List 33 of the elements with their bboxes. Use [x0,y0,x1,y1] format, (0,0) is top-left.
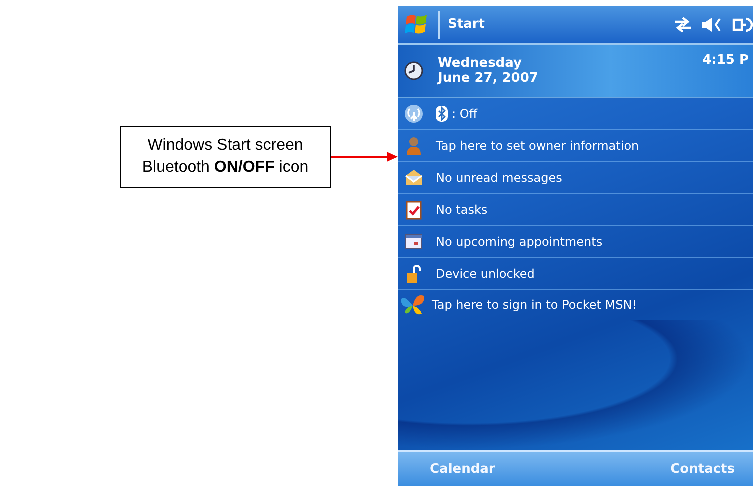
item-text: : Off [452,106,478,120]
today-item[interactable]: No unread messages [398,162,753,194]
envelope-icon [404,168,424,188]
padlock-icon [404,264,424,284]
date-text: June 27, 2007 [438,71,540,86]
pointer-arrow [331,151,398,163]
date-item[interactable]: Wednesday June 27, 2007 4:15 P [398,45,753,98]
item-text: Tap here to set owner information [436,138,640,152]
start-title[interactable]: Start [448,17,665,32]
calendar-icon [404,232,424,252]
power-plug-icon[interactable] [731,16,753,34]
time-text: 4:15 P [702,53,749,68]
item-text: Tap here to sign in to Pocket MSN! [432,298,638,312]
today-item[interactable]: Tap here to sign in to Pocket MSN! [398,290,753,320]
item-text: Device unlocked [436,266,535,280]
person-icon [404,136,424,156]
volume-muted-icon[interactable] [701,16,723,32]
callout-text: Bluetooth ON/OFF icon [142,158,309,178]
item-text: No tasks [436,202,488,216]
weekday-text: Wednesday [438,56,523,71]
today-item[interactable]: No tasks [398,194,753,226]
connectivity-icon[interactable] [673,16,693,32]
bluetooth-icon [436,106,448,122]
today-item[interactable]: No upcoming appointments [398,226,753,258]
today-item[interactable]: Device unlocked [398,258,753,290]
item-text: No upcoming appointments [436,234,603,248]
clipboard-check-icon [404,200,424,220]
item-text: No unread messages [436,170,562,184]
clock-icon [404,61,424,81]
today-item[interactable]: : Off [398,98,753,130]
today-item[interactable]: Tap here to set owner information [398,130,753,162]
callout-text: Windows Start screen [148,136,304,156]
wireless-icon [404,104,424,124]
